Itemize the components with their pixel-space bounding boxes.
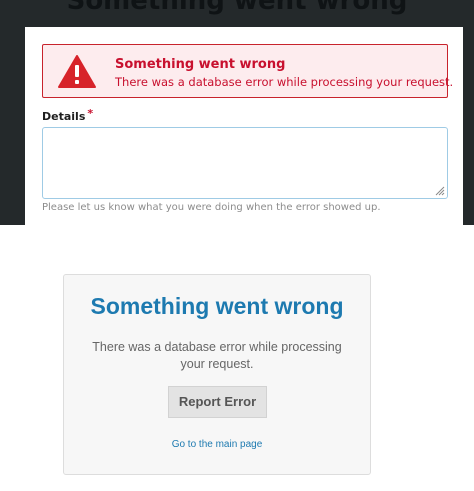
error-report-modal: Something went wrong There was a databas… [25, 27, 463, 225]
details-label-text: Details [42, 110, 86, 123]
required-marker: * [87, 107, 94, 120]
details-label: Details * [42, 107, 94, 123]
details-helper-text: Please let us know what you were doing w… [42, 202, 381, 213]
main-page-link[interactable]: Go to the main page [64, 439, 370, 450]
alert-title: Something went wrong [115, 57, 286, 72]
details-textarea[interactable] [42, 127, 448, 199]
card-message: There was a database error while process… [92, 340, 342, 371]
error-alert: Something went wrong There was a databas… [42, 44, 453, 98]
resize-handle-icon[interactable] [435, 186, 445, 196]
error-card: Something went wrong There was a databas… [63, 274, 371, 475]
alert-message: There was a database error while process… [115, 75, 454, 89]
report-error-button[interactable]: Report Error [168, 386, 267, 418]
warning-triangle-icon [58, 55, 96, 88]
error-dialog-overlay: Something went wrong Something went wron… [0, 0, 474, 225]
background-page-title: Something went wrong [66, 0, 408, 16]
card-title: Something went wrong [90, 293, 344, 319]
